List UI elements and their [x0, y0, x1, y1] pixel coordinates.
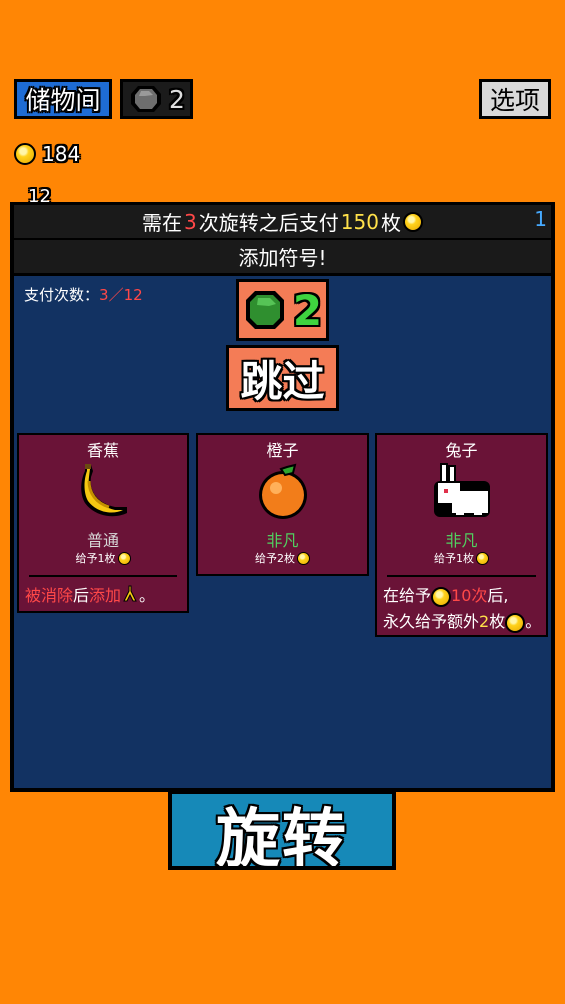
payment-count-label: 支付次数：: [24, 286, 100, 304]
reroll-button[interactable]: 2: [236, 279, 329, 341]
coin-icon: [476, 551, 489, 565]
rent-text-3: 枚: [380, 211, 401, 235]
rent-amount: 150: [340, 209, 379, 234]
desc-permanent: 永久给予额外: [383, 612, 480, 631]
divider: [29, 575, 177, 577]
desc-after: 后: [73, 586, 90, 605]
storage-label: 储物间: [25, 86, 101, 115]
desc-destroyed: 被消除: [25, 586, 74, 605]
desc-times: 10次: [451, 586, 488, 605]
dialog-subtitle: 添加符号!: [14, 240, 551, 273]
options-label: 选项: [489, 86, 540, 115]
coin-icon: [14, 143, 36, 165]
desc-after: 后,: [487, 586, 509, 605]
desc-extra-num: 2: [479, 612, 490, 631]
card-rarity: 非凡: [445, 531, 478, 550]
rent-due-header: 需在 3 次旋转之后支付 150 枚: [14, 205, 551, 238]
coin-icon: [117, 551, 131, 565]
card-value: 给予1枚: [19, 550, 187, 566]
coin-icon: [431, 586, 452, 607]
desc-give: 在给予: [383, 586, 432, 605]
options-button[interactable]: 选项: [479, 79, 551, 119]
card-name: 橙子: [266, 441, 299, 460]
card-value: 给予2枚: [198, 550, 367, 566]
removal-token-button[interactable]: 2: [120, 79, 193, 119]
storage-button[interactable]: 储物间: [14, 79, 112, 119]
divider: [387, 575, 536, 577]
card-value-text: 给予1枚: [75, 552, 116, 565]
removal-token-icon: [131, 86, 161, 112]
payment-count-sep: ／: [108, 286, 124, 304]
reroll-count: 2: [292, 285, 323, 335]
card-rarity: 普通: [86, 531, 119, 550]
payment-count-total: 12: [123, 286, 143, 304]
symbol-card-banana[interactable]: 香蕉 普通 给予1枚 被消除后添加。: [17, 433, 189, 613]
symbol-card-orange[interactable]: 橙子 非凡 给予2枚: [196, 433, 369, 576]
desc-add: 添加: [89, 586, 122, 605]
spin-button-label: 旋转: [216, 803, 348, 870]
banana-peel-icon: [123, 585, 137, 602]
spin-button[interactable]: 旋转: [168, 790, 396, 870]
desc-line-1: 在给予 10次后,: [383, 583, 542, 609]
payment-count: 支付次数：3／12: [24, 284, 143, 305]
skip-button[interactable]: 跳过: [226, 345, 339, 411]
card-rarity: 非凡: [266, 531, 299, 550]
card-value: 给予1枚: [377, 550, 546, 566]
removal-token-count: 2: [169, 84, 185, 114]
orange-icon: [258, 463, 307, 519]
payment-count-current: 3: [99, 286, 109, 304]
banana-icon: [81, 464, 127, 517]
coin-counter: 184: [14, 138, 80, 170]
coin-icon: [402, 211, 423, 232]
rabbit-icon: [433, 463, 490, 517]
card-value-text: 给予1枚: [434, 552, 474, 565]
rent-spins: 3: [184, 209, 197, 234]
symbol-card-rabbit[interactable]: 兔子 非凡 给予1枚 在给予 10次后, 永久给予额外2枚。: [375, 433, 548, 637]
rent-text-2: 次旋转之后支付: [198, 211, 339, 235]
card-name: 香蕉: [86, 441, 119, 460]
coin-amount: 184: [42, 142, 81, 166]
skip-label: 跳过: [240, 356, 325, 406]
card-value-text: 给予2枚: [255, 552, 295, 565]
desc-end: 。: [139, 586, 156, 605]
coin-icon: [505, 612, 526, 633]
desc-unit: 枚: [489, 612, 506, 631]
header-right-number: 1: [534, 207, 547, 231]
card-description: 被消除后添加。: [25, 583, 183, 609]
card-name: 兔子: [445, 441, 478, 460]
desc-line-2: 永久给予额外2枚。: [383, 609, 542, 635]
coin-icon: [297, 551, 310, 565]
card-description: 在给予 10次后, 永久给予额外2枚。: [383, 583, 542, 635]
desc-end: 。: [525, 612, 542, 631]
reroll-token-icon: [245, 291, 284, 329]
rent-text-1: 需在: [142, 211, 183, 235]
